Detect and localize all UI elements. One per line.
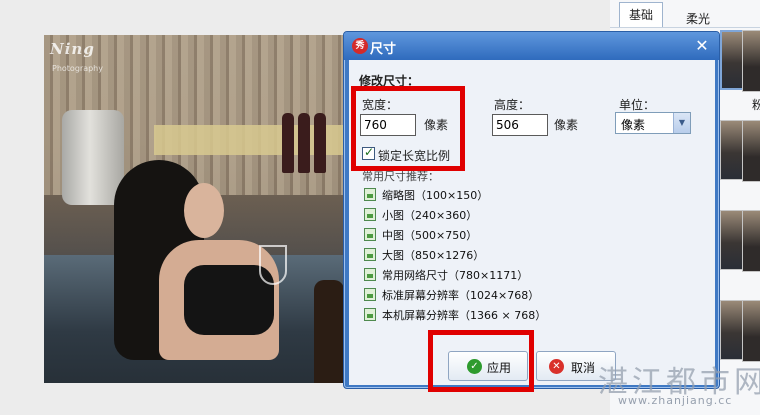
preset-label: 常用网络尺寸（780×1171） <box>382 269 529 282</box>
image-icon <box>364 208 376 221</box>
preset-item[interactable]: 缩略图（100×150） <box>364 186 584 204</box>
height-label: 高度： <box>494 98 531 112</box>
photo-logo: Ning <box>50 40 95 58</box>
watermark-url: www.zhanjiang.cc <box>618 394 733 407</box>
filter-thumbnail[interactable] <box>742 210 760 272</box>
width-label: 宽度： <box>362 98 399 112</box>
preset-label: 中图（500×750） <box>382 229 478 242</box>
height-unit-label: 像素 <box>554 118 579 132</box>
filter-thumbnail[interactable] <box>742 30 760 92</box>
image-icon <box>364 228 376 241</box>
image-icon <box>364 188 376 201</box>
photo-wine-bottle <box>314 280 344 383</box>
photo-bottle <box>298 113 310 173</box>
filter-label-pink: 粉 <box>752 98 760 112</box>
width-input[interactable] <box>360 114 416 136</box>
photo-subject-face <box>184 183 224 238</box>
photo-wine-glass <box>259 245 287 285</box>
preset-item[interactable]: 中图（500×750） <box>364 226 584 244</box>
preset-label: 标准屏幕分辨率（1024×768） <box>382 289 540 302</box>
filter-thumbnail[interactable] <box>742 120 760 182</box>
preset-item[interactable]: 大图（850×1276） <box>364 246 584 264</box>
photo-logo-subtext: Photography <box>52 64 103 73</box>
filter-thumbnail[interactable] <box>742 300 760 362</box>
photo-preview <box>44 35 344 383</box>
preset-label: 小图（240×360） <box>382 209 478 222</box>
cancel-button-label: 取消 <box>571 361 596 375</box>
unit-select-value: 像素 <box>621 118 646 132</box>
preset-label: 大图（850×1276） <box>382 249 485 262</box>
resize-dialog: 秀 尺寸 ✕ 修改尺寸： 宽度： 像素 高度： 像素 单位： 像素 ▼ ✓ 锁定… <box>343 31 720 389</box>
checkmark-icon: ✓ <box>364 145 375 159</box>
apply-button[interactable]: ✓ 应用 <box>448 351 528 381</box>
apply-button-label: 应用 <box>487 361 512 375</box>
cancel-circle-icon: ✕ <box>549 359 564 374</box>
filter-label-soft-light: 柔光 <box>686 12 711 26</box>
check-circle-icon: ✓ <box>467 359 482 374</box>
preset-item[interactable]: 本机屏幕分辨率（1366 × 768） <box>364 306 584 324</box>
preset-label: 缩略图（100×150） <box>382 189 489 202</box>
image-icon <box>364 308 376 321</box>
dialog-title-bar[interactable]: 秀 尺寸 ✕ <box>344 32 719 60</box>
preset-label: 本机屏幕分辨率（1366 × 768） <box>382 309 547 322</box>
close-button[interactable]: ✕ <box>694 38 710 54</box>
photo-barrel <box>62 110 124 205</box>
image-icon <box>364 268 376 281</box>
width-unit-label: 像素 <box>424 118 449 132</box>
unit-label: 单位： <box>619 98 656 112</box>
preset-item[interactable]: 小图（240×360） <box>364 206 584 224</box>
chevron-down-icon[interactable]: ▼ <box>673 113 690 133</box>
preset-item[interactable]: 常用网络尺寸（780×1171） <box>364 266 584 284</box>
image-icon <box>364 288 376 301</box>
presets-title: 常用尺寸推荐： <box>362 170 439 183</box>
section-title: 修改尺寸： <box>359 74 420 88</box>
app-logo-icon: 秀 <box>352 38 368 54</box>
lock-ratio-label[interactable]: 锁定长宽比例 <box>378 147 450 164</box>
unit-select[interactable]: 像素 ▼ <box>615 112 691 134</box>
tab-basic[interactable]: 基础 <box>619 2 663 28</box>
lock-ratio-checkbox[interactable]: ✓ <box>362 145 375 160</box>
image-icon <box>364 248 376 261</box>
photo-bottle <box>314 113 326 173</box>
photo-bottle <box>282 113 294 173</box>
panel-divider <box>610 27 760 28</box>
preset-item[interactable]: 标准屏幕分辨率（1024×768） <box>364 286 584 304</box>
height-input[interactable] <box>492 114 548 136</box>
dialog-title: 尺寸 <box>370 42 397 57</box>
